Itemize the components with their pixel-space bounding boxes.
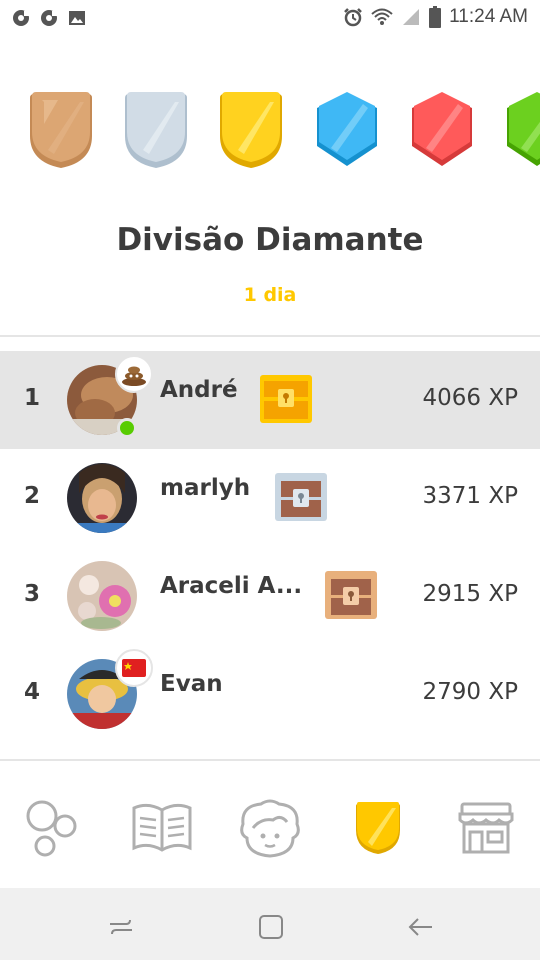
gold-league-icon[interactable] [218, 90, 284, 170]
user-name: Araceli A... [160, 573, 303, 599]
shop-icon [458, 802, 514, 854]
stories-icon [132, 803, 192, 852]
leaderboard-row-2[interactable]: 2 marlyh 3371 XP [0, 449, 540, 547]
leaderboard-row-4[interactable]: 4 Evan 2790 XP [0, 645, 540, 743]
leaderboard-row-3[interactable]: 3 Araceli A... 2915 XP [0, 547, 540, 645]
profile-tab[interactable] [234, 798, 306, 858]
emerald-league-icon[interactable] [503, 90, 540, 170]
recent-apps-icon[interactable] [106, 912, 136, 942]
leaderboard-row-1[interactable]: 1 André 4066 XP [0, 351, 540, 449]
league-badges-carousel[interactable] [0, 90, 540, 180]
china-flag-icon [115, 649, 153, 687]
profile-icon [240, 799, 300, 858]
avatar[interactable] [67, 463, 137, 533]
online-indicator [117, 418, 137, 438]
avatar[interactable] [67, 561, 137, 631]
time-remaining: 1 dia [243, 284, 297, 306]
bronze-league-icon[interactable] [28, 90, 94, 170]
user-name: Evan [160, 671, 223, 697]
user-name: André [160, 377, 238, 403]
user-name: marlyh [160, 475, 251, 501]
leagues-icon [356, 802, 400, 854]
notification-icon [13, 10, 29, 26]
ruby-league-icon[interactable] [408, 90, 476, 170]
league-title: Divisão Diamante [116, 222, 424, 258]
poop-emoji-icon [115, 355, 153, 393]
stories-tab[interactable] [126, 798, 198, 858]
bottom-nav [0, 762, 540, 888]
system-nav-bar [0, 888, 540, 960]
xp-value: 2915 XP [422, 581, 518, 607]
divider [0, 335, 540, 337]
xp-value: 3371 XP [422, 483, 518, 509]
lessons-tab[interactable] [17, 798, 89, 858]
rank-number: 1 [24, 385, 41, 411]
notification-icon [41, 10, 57, 26]
rank-number: 3 [24, 581, 41, 607]
image-icon [69, 11, 85, 25]
wifi-icon [371, 8, 393, 25]
status-bar: 11:24 AM [0, 0, 540, 38]
rank-number: 4 [24, 679, 41, 705]
silver-chest-icon [275, 473, 327, 521]
signal-icon [403, 9, 420, 25]
sapphire-league-icon[interactable] [313, 90, 381, 170]
gold-chest-icon [260, 375, 312, 423]
silver-league-icon[interactable] [123, 90, 189, 170]
battery-icon [429, 6, 442, 28]
leagues-tab[interactable] [342, 798, 414, 858]
home-icon[interactable] [256, 912, 286, 942]
xp-value: 2790 XP [422, 679, 518, 705]
shop-tab[interactable] [450, 798, 522, 858]
alarm-icon [344, 8, 363, 27]
divider [0, 759, 540, 761]
clock: 11:24 AM [449, 6, 528, 27]
xp-value: 4066 XP [422, 385, 518, 411]
back-icon[interactable] [406, 912, 436, 942]
lessons-icon [26, 800, 77, 857]
bronze-chest-icon [325, 571, 377, 619]
rank-number: 2 [24, 483, 41, 509]
